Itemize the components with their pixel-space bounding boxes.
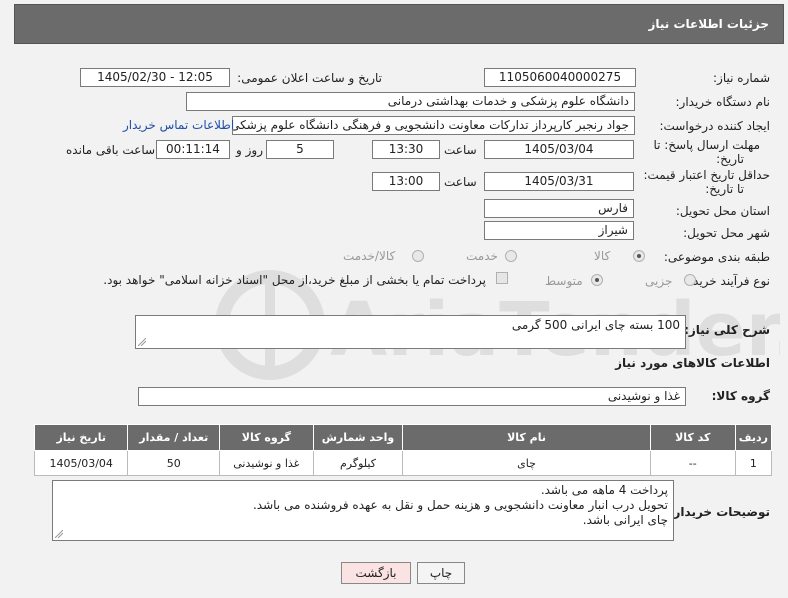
buyer-note-line: چای ایرانی باشد.	[582, 513, 668, 527]
category-label: طبقه بندی موضوعی:	[663, 250, 770, 264]
buyer-notes-textarea[interactable]: پرداخت 4 ماهه می باشد. تحویل درب انبار م…	[52, 480, 674, 541]
buyer-note-line: پرداخت 4 ماهه می باشد.	[540, 483, 668, 497]
requester-field[interactable]: جواد رنجبر کارپرداز تدارکات معاونت دانشج…	[232, 116, 635, 135]
announce-field[interactable]: 1405/02/30 - 12:05	[80, 68, 230, 87]
deadline-date-label: تاریخ:	[716, 152, 744, 166]
province-field[interactable]: فارس	[484, 199, 634, 218]
payment-note: پرداخت تمام یا بخشی از مبلغ خرید،از محل …	[103, 273, 486, 287]
page-header: جزئیات اطلاعات نیاز	[14, 4, 784, 44]
col-quantity: تعداد / مقدار	[127, 424, 221, 451]
cell-row: 1	[734, 450, 773, 476]
deadline-time-field[interactable]: 13:30	[372, 140, 440, 159]
days-field[interactable]: 5	[266, 140, 334, 159]
process-label: نوع فرآیند خرید :	[685, 274, 770, 288]
buyer-org-label: نام دستگاه خریدار:	[675, 95, 771, 109]
treasury-checkbox[interactable]	[496, 272, 508, 284]
cell-unit: کیلوگرم	[312, 450, 404, 476]
buyer-notes-label: توضیحات خریدار:	[668, 505, 770, 519]
requester-label: ایجاد کننده درخواست:	[659, 119, 770, 133]
deadline-hour-label: ساعت	[444, 143, 477, 157]
goods-table-header: تاریخ نیاز تعداد / مقدار گروه کالا واحد …	[33, 424, 773, 451]
goods-section-title: اطلاعات کالاهای مورد نیاز	[615, 356, 770, 370]
price-valid-hour-label: ساعت	[444, 175, 477, 189]
buyer-note-line: تحویل درب انبار معاونت دانشجویی و هزینه …	[252, 498, 668, 512]
price-valid-date-field[interactable]: 1405/03/31	[484, 172, 634, 191]
category-radio-service[interactable]	[505, 250, 517, 262]
description-label: شرح کلی نیاز:	[684, 323, 770, 337]
description-textarea[interactable]: 100 بسته چای ایرانی 500 گرمی	[135, 315, 686, 349]
days-label: روز و	[236, 143, 263, 157]
goods-table: تاریخ نیاز تعداد / مقدار گروه کالا واحد …	[33, 424, 773, 476]
announce-label: تاریخ و ساعت اعلان عمومی:	[237, 71, 382, 85]
cell-goods-code: --	[649, 450, 736, 476]
col-goods-code: کد کالا	[649, 424, 736, 451]
cell-goods-group: غذا و نوشیدنی	[219, 450, 314, 476]
category-radio-both[interactable]	[412, 250, 424, 262]
buyer-org-field[interactable]: دانشگاه علوم پزشکی و خدمات بهداشتی درمان…	[186, 92, 635, 111]
col-row: ردیف	[734, 424, 773, 451]
category-radio-goods[interactable]	[633, 250, 645, 262]
city-label: شهر محل تحویل:	[683, 226, 770, 240]
page-title: جزئیات اطلاعات نیاز	[648, 17, 769, 31]
process-option-minor: جزیی	[645, 274, 673, 288]
remaining-field[interactable]: 00:11:14	[156, 140, 230, 159]
category-option-service: خدمت	[466, 249, 498, 263]
buyer-contact-link[interactable]: اطلاعات تماس خریدار	[123, 118, 234, 132]
process-radio-medium[interactable]	[591, 274, 603, 286]
deadline-label: مهلت ارسال پاسخ: تا	[653, 138, 760, 152]
col-goods-group: گروه کالا	[219, 424, 314, 451]
table-row: 1405/03/04 50 غذا و نوشیدنی کیلوگرم چای …	[33, 450, 773, 476]
goods-group-field[interactable]: غذا و نوشیدنی	[138, 387, 686, 406]
col-unit: واحد شمارش	[312, 424, 404, 451]
print-button[interactable]: چاپ	[417, 562, 465, 584]
cell-quantity: 50	[127, 450, 221, 476]
price-valid-date-label: تا تاریخ:	[705, 182, 744, 196]
need-number-field[interactable]: 1105060040000275	[484, 68, 636, 87]
resize-handle-icon	[55, 530, 63, 538]
description-text: 100 بسته چای ایرانی 500 گرمی	[511, 318, 680, 332]
category-option-goods: کالا	[594, 249, 611, 263]
back-button[interactable]: بازگشت	[341, 562, 411, 584]
cell-goods-name: چای	[402, 450, 651, 476]
col-goods-name: نام کالا	[402, 424, 651, 451]
process-radio-minor[interactable]	[684, 274, 696, 286]
goods-group-label: گروه کالا:	[711, 389, 770, 403]
cell-need-date: 1405/03/04	[33, 450, 129, 476]
need-number-label: شماره نیاز:	[713, 71, 770, 85]
price-valid-label: حداقل تاریخ اعتبار قیمت:	[643, 168, 770, 182]
province-label: استان محل تحویل:	[675, 204, 770, 218]
col-need-date: تاریخ نیاز	[33, 424, 129, 451]
remaining-label: ساعت باقی مانده	[66, 143, 156, 157]
deadline-date-field[interactable]: 1405/03/04	[484, 140, 634, 159]
resize-handle-icon	[138, 338, 146, 346]
category-option-both: کالا/خدمت	[343, 249, 396, 263]
city-field[interactable]: شیراز	[484, 221, 634, 240]
process-option-medium: متوسط	[545, 274, 583, 288]
price-valid-time-field[interactable]: 13:00	[372, 172, 440, 191]
